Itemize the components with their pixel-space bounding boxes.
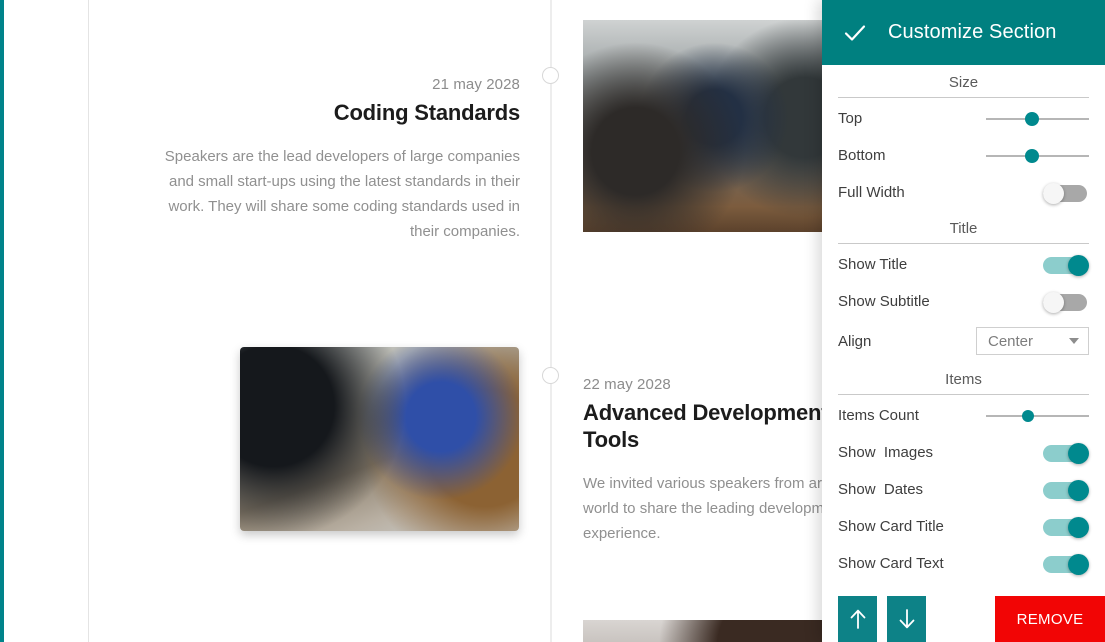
- section-heading-size: Size: [838, 65, 1089, 98]
- slider-thumb[interactable]: [1025, 111, 1039, 126]
- move-section-down-button[interactable]: [887, 596, 926, 642]
- full-width-label: Full Width: [838, 184, 905, 201]
- align-selected-value: Center: [988, 332, 1034, 350]
- row-show-card-title: Show Card Title: [838, 508, 1089, 545]
- show-title-label: Show Title: [838, 256, 908, 273]
- items-count-label: Items Count: [838, 407, 919, 424]
- row-show-title: Show Title: [838, 246, 1089, 283]
- row-show-card-text: Show Card Text: [838, 545, 1089, 582]
- panel-footer: REMOVE: [822, 596, 1105, 642]
- show-card-title-toggle[interactable]: [1043, 516, 1089, 538]
- show-subtitle-label: Show Subtitle: [838, 293, 930, 310]
- timeline-card-text: Speakers are the lead developers of larg…: [164, 148, 520, 240]
- timeline-spine: [550, 0, 552, 642]
- bottom-slider[interactable]: [986, 148, 1089, 164]
- top-label: Top: [838, 110, 863, 127]
- panel-title: Customize Section: [888, 21, 1057, 43]
- section-heading-title: Title: [838, 211, 1089, 244]
- toggle-knob: [1043, 291, 1064, 313]
- row-items-count: Items Count: [838, 397, 1089, 434]
- timeline-card-date: 21 may 2028: [432, 76, 520, 93]
- section-accent-strip: [0, 0, 4, 642]
- show-dates-label: Show Dates: [838, 481, 924, 498]
- check-icon[interactable]: [840, 18, 870, 48]
- content-left-border: [88, 0, 89, 642]
- row-full-width: Full Width: [838, 174, 1089, 211]
- row-align: Align Center: [838, 320, 1089, 362]
- toggle-knob: [1068, 479, 1089, 501]
- slider-thumb[interactable]: [1022, 409, 1034, 422]
- app-screen: 21 may 2028 Coding Standards Speakers ar…: [0, 0, 1105, 642]
- section-heading-items: Items: [838, 362, 1089, 395]
- show-images-toggle[interactable]: [1043, 442, 1089, 464]
- arrow-up-icon: [850, 609, 865, 629]
- show-card-text-label: Show Card Text: [838, 555, 944, 572]
- toggle-knob: [1068, 254, 1089, 276]
- show-images-label: Show Images: [838, 444, 934, 461]
- show-dates-toggle[interactable]: [1043, 479, 1089, 501]
- timeline-card[interactable]: 21 may 2028 Coding Standards Speakers ar…: [150, 75, 520, 244]
- toggle-knob: [1068, 553, 1089, 575]
- align-select[interactable]: Center: [976, 327, 1089, 355]
- move-section-up-button[interactable]: [838, 596, 877, 642]
- show-card-title-label: Show Card Title: [838, 518, 944, 535]
- toggle-knob: [1068, 516, 1089, 538]
- row-show-images: Show Images: [838, 434, 1089, 471]
- show-subtitle-toggle[interactable]: [1043, 291, 1089, 313]
- remove-section-button[interactable]: REMOVE: [995, 596, 1105, 642]
- row-show-dates: Show Dates: [838, 471, 1089, 508]
- align-label: Align: [838, 332, 872, 350]
- full-width-toggle[interactable]: [1043, 182, 1089, 204]
- chevron-down-icon: [1069, 338, 1079, 344]
- bottom-label: Bottom: [838, 147, 886, 164]
- slider-thumb[interactable]: [1025, 148, 1039, 163]
- top-slider[interactable]: [986, 111, 1089, 127]
- arrow-down-icon: [899, 609, 914, 629]
- show-title-toggle[interactable]: [1043, 254, 1089, 276]
- timeline-marker: [542, 367, 559, 384]
- timeline-marker: [542, 67, 559, 84]
- toggle-knob: [1068, 442, 1089, 464]
- timeline-item-image: [240, 347, 519, 531]
- row-top-size: Top: [838, 100, 1089, 137]
- customize-section-panel: Customize Section Size Top Bottom Full W…: [822, 0, 1105, 642]
- toggle-knob: [1043, 182, 1064, 204]
- items-count-slider[interactable]: [986, 408, 1089, 424]
- panel-body: Size Top Bottom Full Width Title Show Ti…: [822, 65, 1105, 582]
- timeline-card-title: Coding Standards: [333, 100, 520, 125]
- row-show-subtitle: Show Subtitle: [838, 283, 1089, 320]
- panel-header: Customize Section: [822, 0, 1105, 65]
- row-bottom-size: Bottom: [838, 137, 1089, 174]
- show-card-text-toggle[interactable]: [1043, 553, 1089, 575]
- slider-track: [986, 414, 1089, 417]
